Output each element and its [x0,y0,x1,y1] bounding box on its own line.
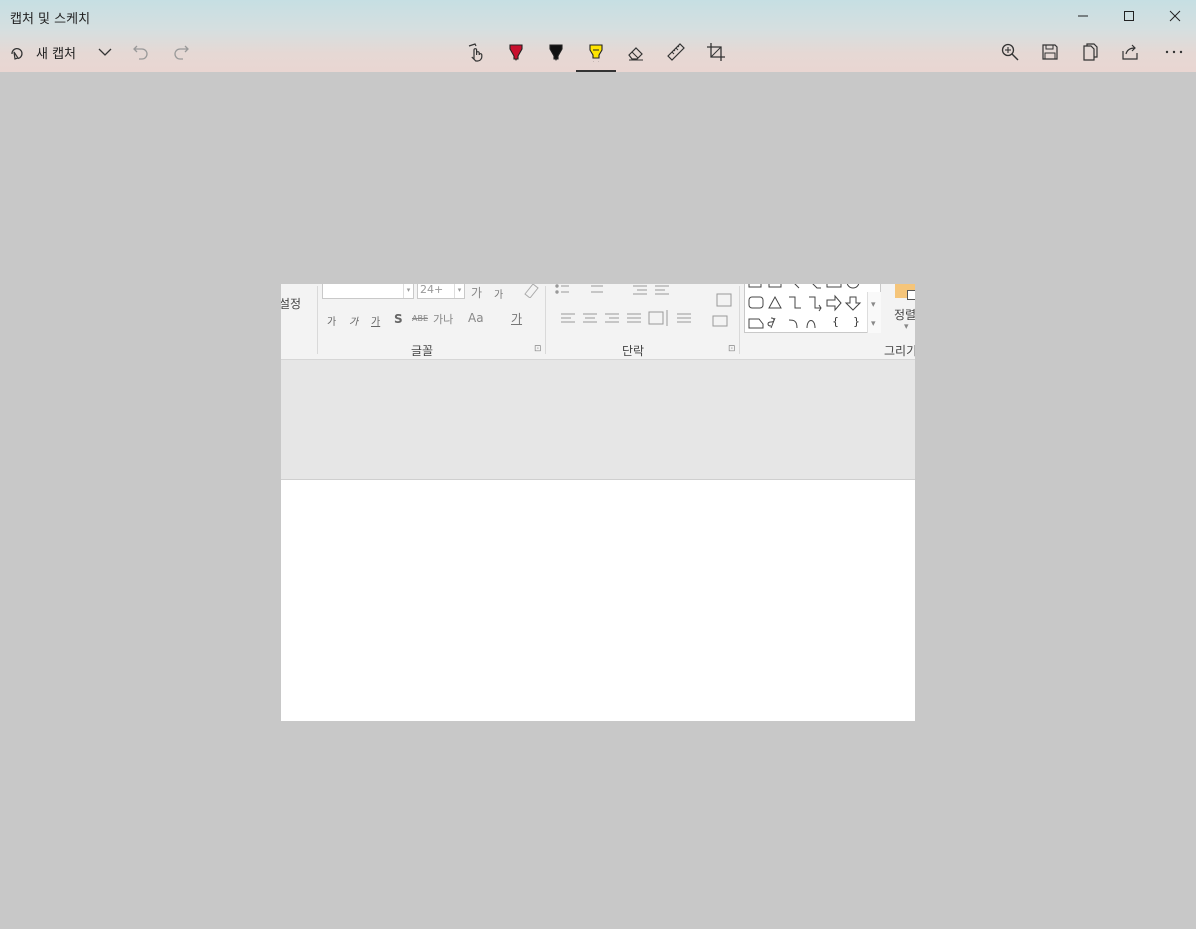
save-icon [1042,44,1058,60]
captured-arrange-shape [907,290,915,300]
copy-icon [1083,43,1098,61]
captured-slide-workspace [281,360,915,480]
ballpoint-pen-icon [509,44,523,61]
captured-italic: 가 [349,317,359,328]
share-button[interactable] [1116,36,1144,68]
captured-shrink-font: 가 [494,290,504,301]
new-capture-dropdown[interactable] [92,36,118,68]
captured-settings-label: 설정 [281,297,302,311]
zoom-button[interactable] [996,36,1024,68]
captured-char-spacing: 가나 [433,313,454,326]
touch-writing-button[interactable] [462,36,490,68]
close-icon [1169,10,1181,22]
captured-font-name-box: ▾ [322,284,414,299]
captured-group-drawing: 그리기 [884,344,915,358]
crop-button[interactable] [702,36,730,68]
redo-icon [174,45,189,60]
clear-format-icon [524,284,539,298]
highlighter-icon [589,44,603,62]
undo-button[interactable] [128,36,154,68]
captured-group-paragraph: 단락 [622,344,645,358]
captured-shapes-gallery: { } [744,284,881,333]
undo-icon [133,45,148,60]
captured-arrange-label: 정렬 [894,308,915,322]
captured-paragraph-controls [555,284,732,327]
copy-button[interactable] [1076,36,1104,68]
eraser-button[interactable] [622,36,650,68]
chevron-down-icon: ▾ [904,322,909,332]
captured-font-color: 가 [511,312,523,326]
minimize-icon [1078,15,1088,17]
captured-bold: 가 [327,317,337,328]
eraser-icon [628,47,643,61]
title-bar: 캡처 및 스케치 새 캡처 [0,0,1196,72]
chevron-down-icon [98,48,112,56]
minimize-button[interactable] [1060,0,1106,32]
ribbon-separator [545,286,546,354]
pencil-icon [549,44,563,61]
captured-font-size-box: 24+ ▾ [417,284,465,299]
ruler-icon [667,43,685,61]
redo-button[interactable] [168,36,194,68]
shapes-icon [748,284,862,329]
shapes-scrollbar: ▾ ▾ [867,292,881,333]
captured-shadow: S [394,312,403,326]
more-button[interactable] [1158,36,1190,68]
new-capture-icon [11,47,23,60]
maximize-icon [1124,11,1134,21]
captured-change-case: Aa [468,311,484,325]
ballpoint-pen-button[interactable] [502,36,530,68]
captured-ribbon: 설정 ▾ 24+▾ 가 가 가 가 가 S ABE 가나 Aa 가 글꼴 ⊡ [281,284,915,360]
chevron-down-icon: ▾ [871,300,876,310]
captured-strikethrough: ABE [412,314,429,323]
captured-font-size-value: 24+ [420,284,444,296]
maximize-button[interactable] [1106,0,1152,32]
captured-grow-font: 가 [471,286,483,300]
shape-brace-open: { [832,315,839,328]
more-icon [1165,50,1183,54]
captured-underline: 가 [371,317,381,328]
captured-image: 설정 ▾ 24+▾ 가 가 가 가 가 S ABE 가나 Aa 가 글꼴 ⊡ [281,284,915,721]
more-icon: ▾ [871,319,876,329]
ribbon-separator [739,286,740,354]
crop-icon [707,43,725,61]
shape-brace-close: } [853,315,860,328]
ribbon-separator [317,286,318,354]
ruler-button[interactable] [662,36,690,68]
share-icon [1122,44,1138,60]
pencil-button[interactable] [542,36,570,68]
launcher-icon: ⊡ [534,344,542,354]
highlighter-button[interactable] [582,36,610,68]
zoom-icon [1001,43,1019,61]
new-capture-label: 새 캡처 [36,46,77,62]
launcher-icon: ⊡ [728,344,736,354]
selected-tool-indicator [576,70,616,72]
captured-group-font: 글꼴 [411,344,434,358]
touch-writing-icon [468,43,483,62]
save-button[interactable] [1036,36,1064,68]
close-button[interactable] [1152,0,1196,32]
window-title: 캡처 및 스케치 [10,12,91,27]
